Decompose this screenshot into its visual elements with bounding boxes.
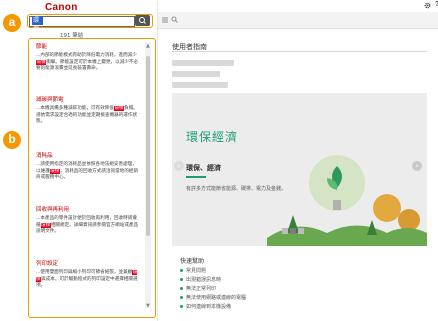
- bullet-icon: [180, 269, 183, 272]
- search-result-item[interactable]: 回收與再利用 ...本產品的零件設計便於回收再利用，回收時請遵循環保相關規定。詳…: [36, 207, 140, 236]
- search-result-item[interactable]: 消耗品 ...請使用指定的消耗品並依照各地法規妥善處理，以維護環保。消耗品的回收…: [36, 153, 140, 182]
- search-result-title[interactable]: 列印設定: [36, 261, 140, 268]
- search-result-snippet: ...本產品的零件設計便於回收再利用，回收時請遵循環保相關規定。詳細資訊請參閱官…: [36, 216, 139, 235]
- bullet-icon: [180, 287, 183, 290]
- quick-help-title: 快速幫助: [180, 258, 205, 265]
- search-result-item[interactable]: 列印設定 ...使用雙面列印與縮小列印可節省紙張，並兼顧環保與成本。可於驅動程式…: [36, 261, 140, 290]
- search-result-title[interactable]: 減碳與節電: [36, 97, 140, 104]
- banner-description: 有許多方式能節省能源、碳排、電力及金錢。: [186, 186, 287, 192]
- scroll-down-icon[interactable]: ▼: [146, 303, 150, 309]
- search-result-snippet: ...內部的節能模式有助於降低電力消耗，進而減少環保衝擊。節能設定可於本機上變更…: [36, 53, 139, 72]
- bullet-icon: [180, 296, 183, 299]
- content-header: [158, 12, 438, 29]
- blurred-text: [172, 71, 220, 77]
- search-result-snippet: ...使用雙面列印與縮小列印可節省紙張，並兼顧環保與成本。可於驅動程式的列印設定…: [36, 270, 138, 289]
- search-highlight: 環保: [113, 106, 125, 111]
- search-highlight: 環保: [36, 59, 47, 65]
- quick-help-link[interactable]: 如何連線到本機設備: [186, 303, 231, 310]
- callout-b: b: [3, 131, 21, 149]
- carousel-prev-button[interactable]: ‹: [174, 161, 184, 171]
- bullet-icon: [180, 305, 183, 308]
- quick-help-link[interactable]: 無法使用網路或連線的電腦: [186, 294, 246, 301]
- quick-help-link[interactable]: 常見問題: [186, 267, 206, 274]
- search-result-snippet: ...請使用指定的消耗品並依照各地法規妥善處理，以維護環保。消耗品的回收方式請洽…: [36, 162, 139, 181]
- search-result-title[interactable]: 回收與再利用: [36, 207, 140, 214]
- search-result-snippet: ...本機具備多種減碳功能，可有效降低環保負擔。請依需求設定合適的功能並定期檢查…: [36, 106, 138, 125]
- quick-help-link[interactable]: 無法正常列印: [186, 285, 216, 292]
- brand-logo: Canon: [45, 2, 78, 13]
- search-query-text: 環保: [32, 16, 43, 33]
- search-button[interactable]: [135, 15, 150, 26]
- search-input[interactable]: [29, 16, 135, 27]
- banner-accent-rule: [186, 176, 206, 178]
- banner-title: 環保經濟: [186, 130, 239, 144]
- search-icon: [139, 17, 146, 24]
- search-result-item[interactable]: 減碳與節電 ...本機具備多種減碳功能，可有效降低環保負擔。請依需求設定合適的功…: [36, 97, 140, 126]
- scrollbar-thumb[interactable]: [146, 56, 150, 236]
- gear-icon[interactable]: [424, 2, 431, 9]
- search-results-list: 節能 ...內部的節能模式有助於降低電力消耗，進而減少環保衝擊。節能設定可於本機…: [28, 38, 156, 318]
- search-result-title[interactable]: 節能: [36, 44, 140, 51]
- banner-subtitle: 環保、經濟: [186, 164, 221, 172]
- search-highlight: 環保: [49, 168, 60, 174]
- scroll-up-icon[interactable]: ▲: [146, 43, 150, 49]
- top-toolbar: ?: [158, 0, 438, 12]
- carousel-dot[interactable]: [282, 228, 288, 234]
- search-result-title[interactable]: 消耗品: [36, 153, 140, 160]
- carousel-dot[interactable]: [298, 228, 304, 234]
- blurred-text: [172, 60, 234, 66]
- carousel-next-button[interactable]: ›: [412, 161, 422, 171]
- search-highlight: 環保: [40, 222, 51, 228]
- search-result-item[interactable]: 節能 ...內部的節能模式有助於降低電力消耗，進而減少環保衝擊。節能設定可於本機…: [36, 44, 140, 73]
- search-icon[interactable]: [171, 16, 178, 23]
- quick-help-link[interactable]: 出現錯誤訊息時: [186, 276, 221, 283]
- carousel-dot-active[interactable]: [290, 228, 296, 234]
- callout-a: a: [3, 14, 21, 32]
- title-divider: [172, 51, 427, 52]
- menu-icon[interactable]: [162, 17, 168, 23]
- blurred-text: [172, 82, 228, 88]
- bullet-icon: [180, 278, 183, 281]
